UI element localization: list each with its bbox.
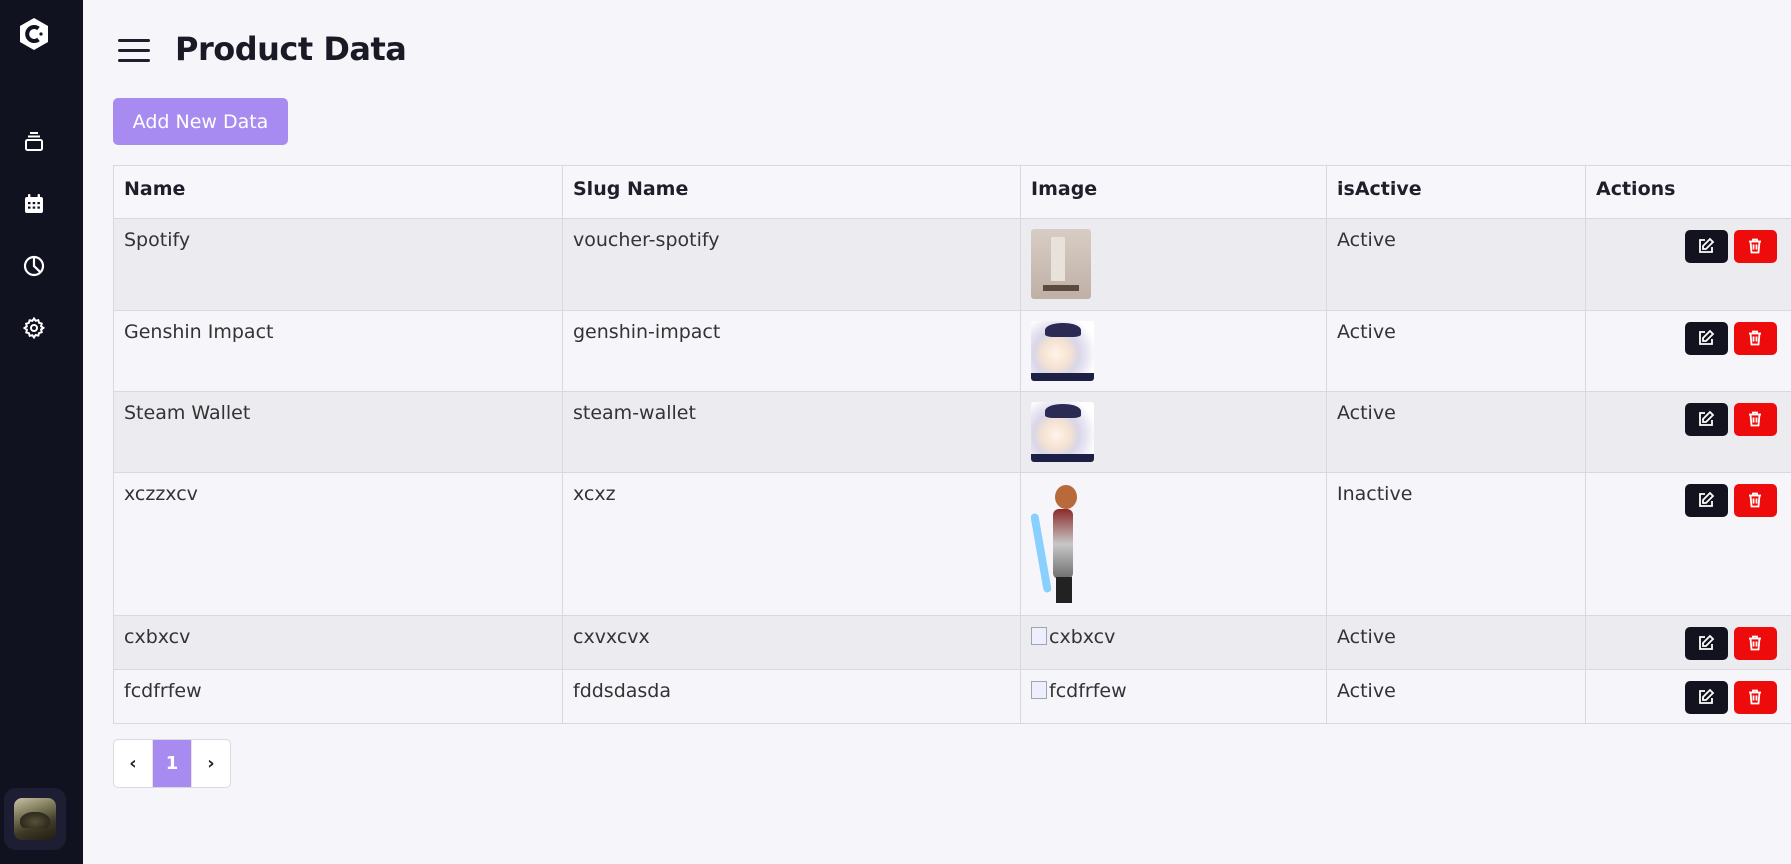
column-header-actions: Actions: [1585, 165, 1791, 219]
pagination: ‹ 1 ›: [113, 739, 231, 788]
edit-button[interactable]: [1685, 403, 1728, 436]
column-header-slug: Slug Name: [562, 165, 1021, 219]
column-header-status: isActive: [1326, 165, 1586, 219]
cell-slug: genshin-impact: [562, 310, 1021, 392]
cell-name: Genshin Impact: [113, 310, 563, 392]
edit-icon: [1699, 237, 1715, 253]
sidebar: [0, 0, 83, 864]
trash-icon: [1749, 635, 1761, 651]
cell-image: [1020, 472, 1327, 616]
column-header-name: Name: [113, 165, 563, 219]
table-row: fcdfrfew fddsdasda fcdfrfew Active: [113, 669, 1791, 724]
trash-icon: [1749, 411, 1761, 427]
cell-status: Active: [1326, 218, 1586, 311]
delete-button[interactable]: [1734, 403, 1777, 436]
table-row: cxbxcv cxvxcvx cxbxcv Active: [113, 615, 1791, 670]
delete-button[interactable]: [1734, 322, 1777, 355]
pagination-next-button[interactable]: ›: [192, 740, 230, 787]
trash-icon: [1749, 689, 1761, 705]
table-row: Genshin Impact genshin-impact Active: [113, 310, 1791, 392]
table-row: xczzxcv xcxz Inactive: [113, 472, 1791, 616]
edit-button[interactable]: [1685, 484, 1728, 517]
edit-icon: [1699, 329, 1715, 345]
trash-icon: [1749, 330, 1761, 346]
pie-chart-icon[interactable]: [21, 253, 47, 279]
pagination-prev-button[interactable]: ‹: [114, 740, 153, 787]
cell-slug: fddsdasda: [562, 669, 1021, 724]
table-row: Spotify voucher-spotify Active: [113, 218, 1791, 311]
trash-icon: [1749, 492, 1761, 508]
product-thumbnail: [1031, 229, 1091, 299]
cell-actions: [1585, 218, 1791, 311]
edit-icon: [1699, 634, 1715, 650]
edit-button[interactable]: [1685, 230, 1728, 263]
cell-actions: [1585, 310, 1791, 392]
cell-slug: cxvxcvx: [562, 615, 1021, 670]
add-new-data-button[interactable]: Add New Data: [113, 98, 288, 145]
cell-image: [1020, 310, 1327, 392]
app-logo[interactable]: [18, 17, 50, 51]
broken-image: cxbxcv: [1031, 626, 1115, 648]
cell-status: Inactive: [1326, 472, 1586, 616]
trash-icon: [1749, 238, 1761, 254]
edit-button[interactable]: [1685, 322, 1728, 355]
cell-name: fcdfrfew: [113, 669, 563, 724]
product-thumbnail: [1031, 321, 1094, 381]
broken-image-icon: [1031, 681, 1047, 699]
delete-button[interactable]: [1734, 484, 1777, 517]
cell-image: [1020, 218, 1327, 311]
cell-status: Active: [1326, 615, 1586, 670]
broken-image: fcdfrfew: [1031, 680, 1127, 702]
cell-image: [1020, 391, 1327, 473]
gear-icon[interactable]: [21, 315, 47, 341]
cell-slug: steam-wallet: [562, 391, 1021, 473]
cell-name: cxbxcv: [113, 615, 563, 670]
image-alt-text: fcdfrfew: [1049, 680, 1127, 702]
edit-button[interactable]: [1685, 627, 1728, 660]
edit-icon: [1699, 491, 1715, 507]
table-header-row: Name Slug Name Image isActive Actions: [113, 165, 1791, 219]
cell-image: cxbxcv: [1020, 615, 1327, 670]
cell-status: Active: [1326, 391, 1586, 473]
cell-status: Active: [1326, 310, 1586, 392]
cell-name: Spotify: [113, 218, 563, 311]
edit-button[interactable]: [1685, 681, 1728, 714]
avatar: [14, 798, 56, 840]
cell-actions: [1585, 472, 1791, 616]
delete-button[interactable]: [1734, 627, 1777, 660]
cell-actions: [1585, 669, 1791, 724]
stack-icon[interactable]: [21, 129, 47, 155]
cell-actions: [1585, 391, 1791, 473]
delete-button[interactable]: [1734, 681, 1777, 714]
edit-icon: [1699, 688, 1715, 704]
cell-image: fcdfrfew: [1020, 669, 1327, 724]
table-row: Steam Wallet steam-wallet Active: [113, 391, 1791, 473]
delete-button[interactable]: [1734, 230, 1777, 263]
menu-toggle-icon[interactable]: [118, 39, 150, 65]
cell-slug: xcxz: [562, 472, 1021, 616]
edit-icon: [1699, 410, 1715, 426]
cell-slug: voucher-spotify: [562, 218, 1021, 311]
product-thumbnail: [1031, 483, 1101, 605]
image-alt-text: cxbxcv: [1049, 626, 1116, 648]
cell-name: xczzxcv: [113, 472, 563, 616]
pagination-page-1[interactable]: 1: [153, 740, 192, 787]
page-title: Product Data: [175, 30, 407, 68]
cell-status: Active: [1326, 669, 1586, 724]
product-thumbnail: [1031, 402, 1094, 462]
cell-actions: [1585, 615, 1791, 670]
cell-name: Steam Wallet: [113, 391, 563, 473]
column-header-image: Image: [1020, 165, 1327, 219]
product-table: Name Slug Name Image isActive Actions Sp…: [113, 165, 1791, 724]
broken-image-icon: [1031, 627, 1047, 645]
user-avatar-button[interactable]: [4, 788, 66, 850]
calendar-icon[interactable]: [21, 191, 47, 217]
